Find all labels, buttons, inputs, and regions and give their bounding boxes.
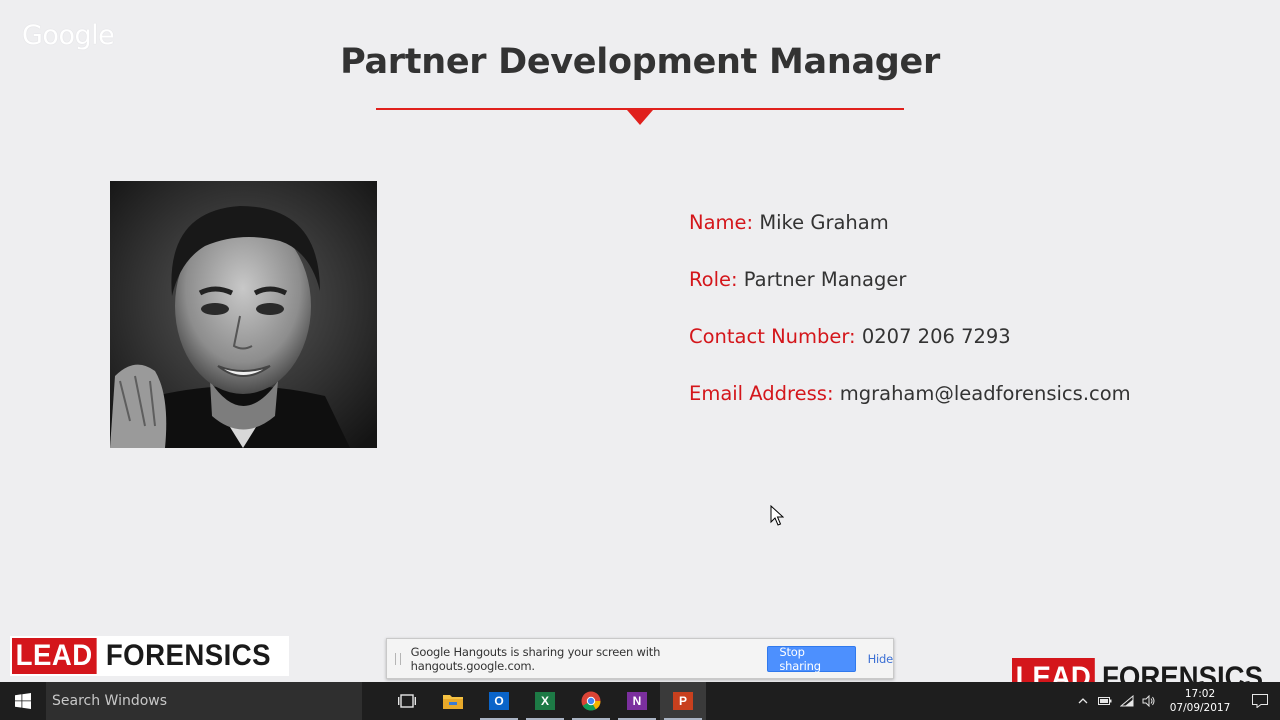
screen-share-notification: Google Hangouts is sharing your screen w… [386,638,894,679]
system-clock[interactable]: 17:02 07/09/2017 [1160,687,1240,715]
excel-icon: X [535,692,555,710]
taskbar-onenote[interactable]: N [614,682,660,720]
profile-photo [110,181,377,448]
stop-sharing-button[interactable]: Stop sharing [767,645,856,673]
detail-value: Mike Graham [759,211,889,234]
task-view-icon [398,694,416,708]
taskbar-chrome[interactable] [568,682,614,720]
windows-logo-icon [15,693,31,709]
chevron-up-icon [1078,698,1088,704]
outlook-icon: O [489,692,509,710]
search-placeholder: Search Windows [52,693,168,709]
powerpoint-icon: P [673,692,693,710]
volume-control[interactable] [1138,682,1160,720]
chrome-icon [581,691,601,711]
battery-icon [1098,697,1112,705]
lead-forensics-logo: LEAD FORENSICS [10,636,290,676]
detail-label: Role: [689,268,738,291]
battery-status[interactable] [1094,682,1116,720]
windows-taskbar: Search Windows O X N P 17:02 07/09/2017 [0,682,1280,720]
mouse-cursor-icon [770,505,784,526]
detail-label: Name: [689,211,754,234]
taskbar-powerpoint[interactable]: P [660,682,706,720]
onenote-icon: N [627,692,647,710]
detail-contact-number: Contact Number: 0207 206 7293 [689,325,1131,382]
start-button[interactable] [0,682,46,720]
notification-icon [1252,694,1268,708]
search-windows-box[interactable]: Search Windows [46,682,362,720]
detail-value: Partner Manager [743,268,907,291]
clock-date: 07/09/2017 [1169,702,1231,714]
logo-lead-text: LEAD [12,638,97,674]
action-center-button[interactable] [1240,682,1280,720]
slide-title: Partner Development Manager [340,42,940,82]
drag-handle-icon[interactable] [395,652,401,665]
detail-value: 0207 206 7293 [861,325,1011,348]
detail-name: Name: Mike Graham [689,211,1131,268]
system-tray: 17:02 07/09/2017 [1072,682,1280,720]
contact-details: Name: Mike Graham Role: Partner Manager … [689,211,1131,439]
share-message: Google Hangouts is sharing your screen w… [410,644,661,673]
detail-value: mgraham@leadforensics.com [839,382,1131,405]
detail-role: Role: Partner Manager [689,268,1131,325]
show-hidden-icons-button[interactable] [1072,682,1094,720]
detail-email: Email Address: mgraham@leadforensics.com [689,382,1131,439]
task-view-button[interactable] [384,682,430,720]
taskbar-excel[interactable]: X [522,682,568,720]
network-status[interactable] [1116,682,1138,720]
title-arrow-marker [627,110,653,125]
clock-time: 17:02 [1184,688,1216,700]
taskbar-file-explorer[interactable] [430,682,476,720]
detail-label: Email Address: [689,382,834,405]
file-explorer-icon [443,695,463,709]
speaker-icon [1142,695,1155,707]
wifi-icon [1120,695,1134,707]
hide-button[interactable]: Hide [868,652,894,666]
detail-label: Contact Number: [689,325,856,348]
taskbar-outlook[interactable]: O [476,682,522,720]
logo-forensics-text: FORENSICS [105,639,271,672]
